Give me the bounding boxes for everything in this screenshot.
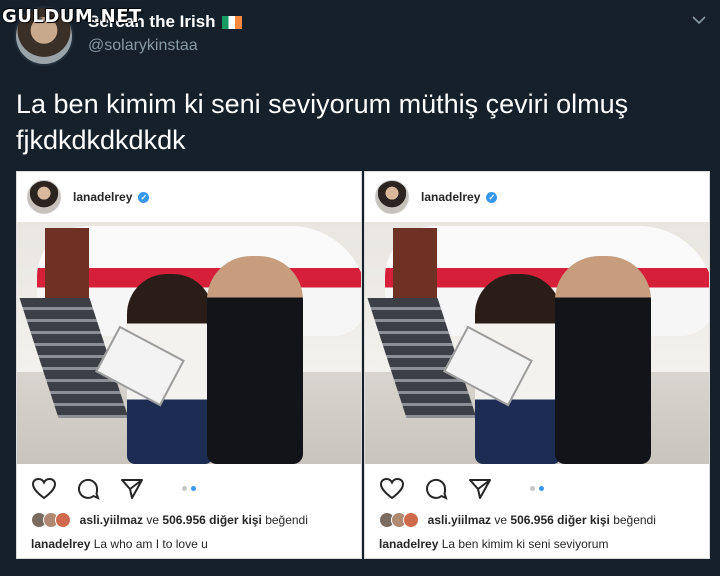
- photo-person-man: [207, 256, 303, 464]
- post-caption: lanadelrey La ben kimim ki seni seviyoru…: [379, 537, 608, 551]
- heart-icon[interactable]: [31, 476, 57, 502]
- liker-name[interactable]: asli.yiilmaz: [428, 513, 491, 527]
- likes-suffix: beğendi: [265, 513, 308, 527]
- post-username[interactable]: lanadelrey: [73, 190, 132, 204]
- likes-count: 506.956: [510, 513, 554, 527]
- post-actions: [31, 476, 145, 502]
- tweet-text: La ben kimim ki seni seviyorum müthiş çe…: [16, 89, 629, 155]
- post-avatar[interactable]: [375, 180, 409, 214]
- share-icon[interactable]: [467, 476, 493, 502]
- post-photo[interactable]: [17, 222, 361, 464]
- likes-join: ve: [494, 513, 508, 527]
- liker-avatar: [55, 512, 71, 528]
- verified-icon: ✓: [486, 191, 498, 203]
- post-header: lanadelrey ✓: [27, 180, 150, 214]
- caption-text: La ben kimim ki seni seviyorum: [441, 537, 609, 551]
- carousel-dot: [182, 486, 187, 491]
- likes-other: diğer kişi: [557, 513, 610, 527]
- tweet-handle[interactable]: @solarykinstaa: [88, 37, 198, 55]
- caption-username[interactable]: lanadelrey: [379, 537, 438, 551]
- photo-airplane-door: [393, 228, 437, 306]
- photo-airplane-door: [45, 228, 89, 306]
- post-avatar[interactable]: [27, 180, 61, 214]
- liker-name[interactable]: asli.yiilmaz: [80, 513, 143, 527]
- heart-icon[interactable]: [379, 476, 405, 502]
- share-icon[interactable]: [119, 476, 145, 502]
- post-likes[interactable]: asli.yiilmaz ve 506.956 diğer kişi beğen…: [31, 512, 308, 528]
- post-likes[interactable]: asli.yiilmaz ve 506.956 diğer kişi beğen…: [379, 512, 656, 528]
- post-caption: lanadelrey La who am I to love u: [31, 537, 208, 551]
- liker-avatars: [31, 512, 71, 528]
- post-username[interactable]: lanadelrey: [421, 190, 480, 204]
- post-header: lanadelrey ✓: [375, 180, 498, 214]
- liker-avatar: [403, 512, 419, 528]
- carousel-dot: [530, 486, 535, 491]
- instagram-post-left: lanadelrey ✓ asli.yiilmaz ve 506.956 diğ…: [16, 171, 362, 559]
- liker-avatars: [379, 512, 419, 528]
- chevron-down-icon[interactable]: [692, 12, 706, 28]
- site-watermark: GULDUM.NET: [2, 6, 142, 27]
- carousel-dots: [530, 486, 544, 491]
- ireland-flag-icon: [221, 16, 242, 30]
- caption-text: La who am I to love u: [93, 537, 208, 551]
- comment-icon[interactable]: [75, 476, 101, 502]
- likes-count: 506.956: [162, 513, 206, 527]
- comment-icon[interactable]: [423, 476, 449, 502]
- likes-suffix: beğendi: [613, 513, 656, 527]
- carousel-dots: [182, 486, 196, 491]
- verified-icon: ✓: [138, 191, 150, 203]
- photo-person-man: [555, 256, 651, 464]
- carousel-dot-active: [191, 486, 196, 491]
- likes-join: ve: [146, 513, 160, 527]
- carousel-dot-active: [539, 486, 544, 491]
- likes-other: diğer kişi: [209, 513, 262, 527]
- post-photo[interactable]: [365, 222, 709, 464]
- instagram-post-right: lanadelrey ✓ asli.yiilmaz ve 506.956 diğ…: [364, 171, 710, 559]
- post-actions: [379, 476, 493, 502]
- caption-username[interactable]: lanadelrey: [31, 537, 90, 551]
